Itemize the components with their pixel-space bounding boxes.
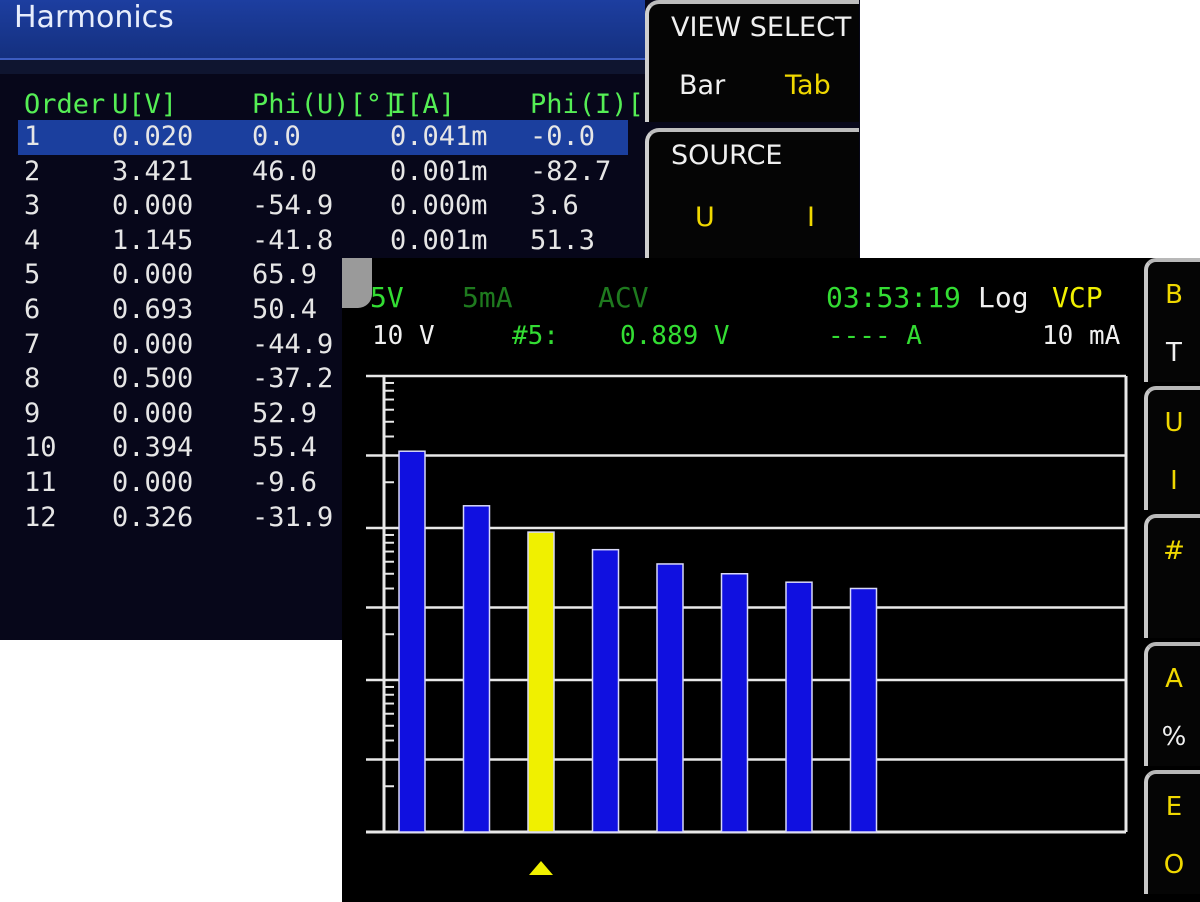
cell-voltage-phase: 46.0 <box>252 155 318 187</box>
view-select-softkey[interactable]: VIEW SELECT Bar Tab <box>645 0 859 122</box>
cell-order: 9 <box>24 397 41 429</box>
source-option-u[interactable]: U <box>695 202 715 233</box>
table-header: Order U[V] Phi(U)[°] I[A] Phi(I)[°] <box>0 88 676 122</box>
side-menu: VIEW SELECT Bar Tab SOURCE U I <box>645 0 860 264</box>
cell-order: 6 <box>24 294 41 325</box>
cell-voltage: 0.000 <box>112 259 194 291</box>
cell-voltage: 0.693 <box>112 294 194 325</box>
softkey-top-label: A <box>1165 664 1183 694</box>
cell-voltage-phase: -37.2 <box>252 363 334 395</box>
cell-voltage: 0.394 <box>112 432 194 464</box>
cell-order: 1 <box>24 121 41 152</box>
softkey-top-label: B <box>1165 280 1183 310</box>
harmonic-bar <box>720 573 749 833</box>
harmonic-bar <box>591 548 620 833</box>
cell-order: 12 <box>24 501 57 533</box>
harmonic-bar <box>527 531 555 833</box>
harmonic-bar <box>462 505 491 833</box>
softkey-top-label: U <box>1164 408 1184 438</box>
softkey-4[interactable]: A% <box>1144 642 1200 766</box>
cell-order: 7 <box>24 328 41 360</box>
softkey-top-label: # <box>1163 536 1185 566</box>
harmonic-bar <box>656 563 684 833</box>
cell-current: 0.000m <box>390 190 488 222</box>
source-option-i[interactable]: I <box>807 202 815 233</box>
cell-voltage: 0.000 <box>112 467 194 498</box>
column-header-voltage-phase: Phi(U)[°] <box>252 89 399 120</box>
cell-voltage: 0.020 <box>112 121 194 152</box>
window-title: Harmonics <box>14 0 174 35</box>
view-option-bar[interactable]: Bar <box>679 70 725 101</box>
view-select-label: VIEW SELECT <box>671 12 852 43</box>
softkey-bottom-label: T <box>1166 338 1182 368</box>
view-option-tab[interactable]: Tab <box>785 70 831 101</box>
cell-current-phase: -82.7 <box>530 155 612 187</box>
softkey-2[interactable]: UI <box>1144 386 1200 510</box>
column-header-current: I[A] <box>390 89 456 120</box>
cell-voltage-phase: 0.0 <box>252 121 301 152</box>
title-bar: Harmonics <box>0 0 645 60</box>
cell-current: 0.001m <box>390 155 488 187</box>
cell-voltage: 3.421 <box>112 155 194 187</box>
cell-voltage-phase: 55.4 <box>252 432 318 464</box>
table-row[interactable]: 2 3.421 46.0 0.001m -82.7 <box>0 155 645 190</box>
column-header-order: Order <box>24 89 106 120</box>
harmonics-bar-window: 5V 5mA ACV 03:53:19 Log VCP 10 V #5: 0.8… <box>342 258 1200 902</box>
harmonic-bar <box>785 581 813 833</box>
cell-order: 10 <box>24 432 57 464</box>
cell-current-phase: -0.0 <box>530 121 596 152</box>
cell-voltage: 0.500 <box>112 363 194 395</box>
cell-voltage: 0.000 <box>112 397 194 429</box>
softkey-3[interactable]: # <box>1144 514 1200 638</box>
cell-order: 5 <box>24 259 41 291</box>
table-row[interactable]: 3 0.000 -54.9 0.000m 3.6 <box>0 189 645 224</box>
cell-voltage-phase: -44.9 <box>252 328 334 360</box>
cell-order: 2 <box>24 155 41 187</box>
cell-voltage: 0.000 <box>112 190 194 222</box>
softkey-bottom-label: I <box>1170 466 1178 496</box>
source-softkey[interactable]: SOURCE U I <box>645 128 859 264</box>
table-row[interactable]: 1 0.020 0.0 0.041m -0.0 <box>18 120 628 155</box>
harmonic-bar <box>398 450 426 833</box>
harmonics-bar-chart <box>366 374 1128 875</box>
cell-voltage-phase: 65.9 <box>252 259 318 291</box>
cell-voltage: 1.145 <box>112 224 194 256</box>
cell-voltage-phase: 50.4 <box>252 294 318 325</box>
cell-voltage-phase: -31.9 <box>252 501 334 533</box>
softkey-column: B T U I # A% E O <box>1144 258 1200 902</box>
softkey-bottom-label: % <box>1161 722 1187 752</box>
cell-voltage-phase: -41.8 <box>252 224 334 256</box>
softkey-1[interactable]: BT <box>1144 258 1200 382</box>
column-header-voltage: U[V] <box>112 89 178 120</box>
cell-current-phase: 51.3 <box>530 224 596 256</box>
cell-order: 3 <box>24 190 41 222</box>
cell-voltage-phase: 52.9 <box>252 397 318 429</box>
cell-voltage-phase: -9.6 <box>252 467 318 498</box>
softkey-top-label: E <box>1165 792 1183 822</box>
selected-harmonic-cursor <box>529 861 553 875</box>
cell-voltage: 0.000 <box>112 328 194 360</box>
cell-current-phase: 3.6 <box>530 190 579 222</box>
softkey-5[interactable]: EO <box>1144 770 1200 894</box>
cell-order: 11 <box>24 467 57 498</box>
harmonic-bar <box>849 587 878 833</box>
title-divider <box>0 60 645 74</box>
cell-current: 0.041m <box>390 121 488 152</box>
cell-order: 4 <box>24 224 41 256</box>
softkey-bottom-label: O <box>1163 850 1185 880</box>
source-label: SOURCE <box>671 140 783 171</box>
cell-current: 0.001m <box>390 224 488 256</box>
cell-voltage: 0.326 <box>112 501 194 533</box>
cell-order: 8 <box>24 363 41 395</box>
table-row[interactable]: 4 1.145 -41.8 0.001m 51.3 <box>0 224 645 259</box>
cell-voltage-phase: -54.9 <box>252 190 334 222</box>
